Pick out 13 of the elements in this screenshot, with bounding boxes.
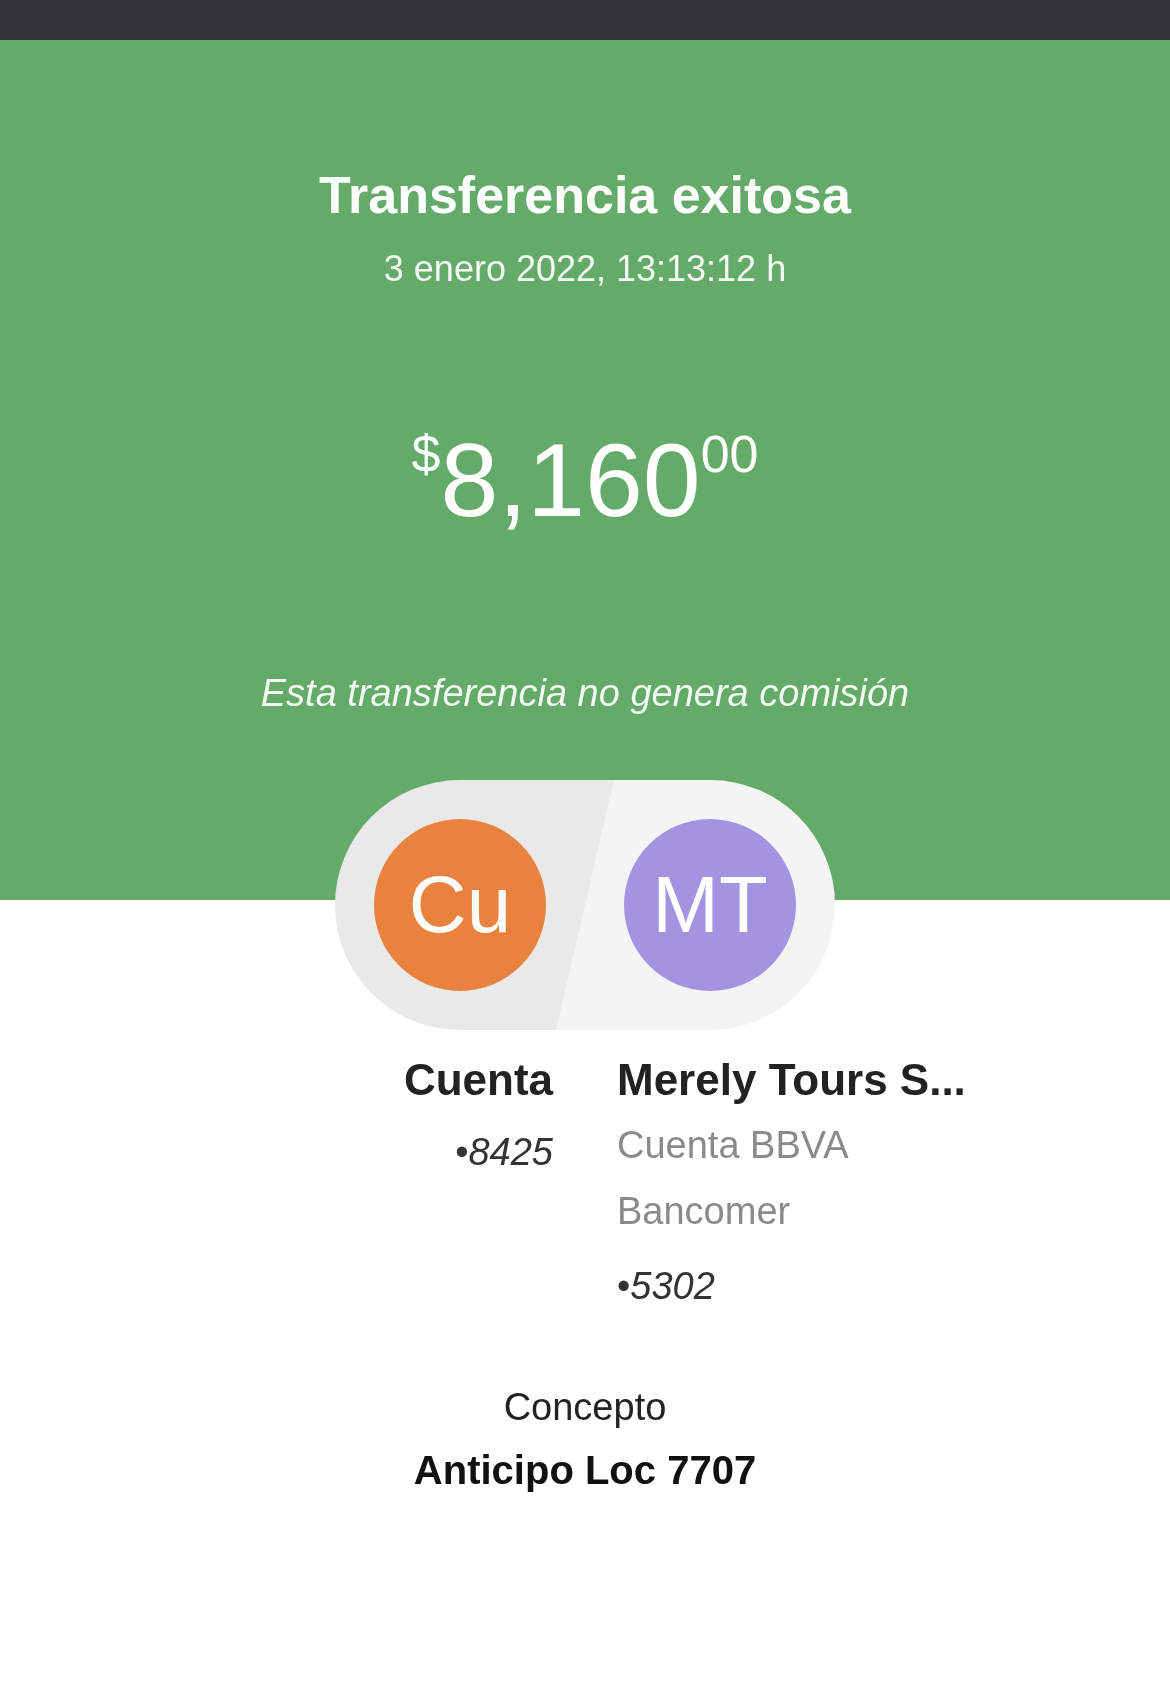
concept-value: Anticipo Loc 7707 [412, 1447, 758, 1494]
avatar: Cu [374, 819, 546, 991]
avatar: MT [624, 819, 796, 991]
bank-name: Cuenta BBVA Bancomer [617, 1123, 849, 1234]
account-name: Cuenta [402, 1054, 553, 1106]
title: Transferencia exitosa [318, 165, 853, 226]
account-number: •8425 [454, 1130, 553, 1175]
account-name: Merely Tours S... [617, 1054, 967, 1106]
date-time: 3 enero 2022, 13:13:12 h [382, 247, 788, 291]
concept-label: Concepto [502, 1385, 668, 1430]
amount: $^{$}$8,160$^{00}$ [411, 421, 759, 540]
account-number: •5302 [617, 1264, 716, 1309]
commission-note: Esta transferencia no genera comisión [259, 671, 911, 716]
